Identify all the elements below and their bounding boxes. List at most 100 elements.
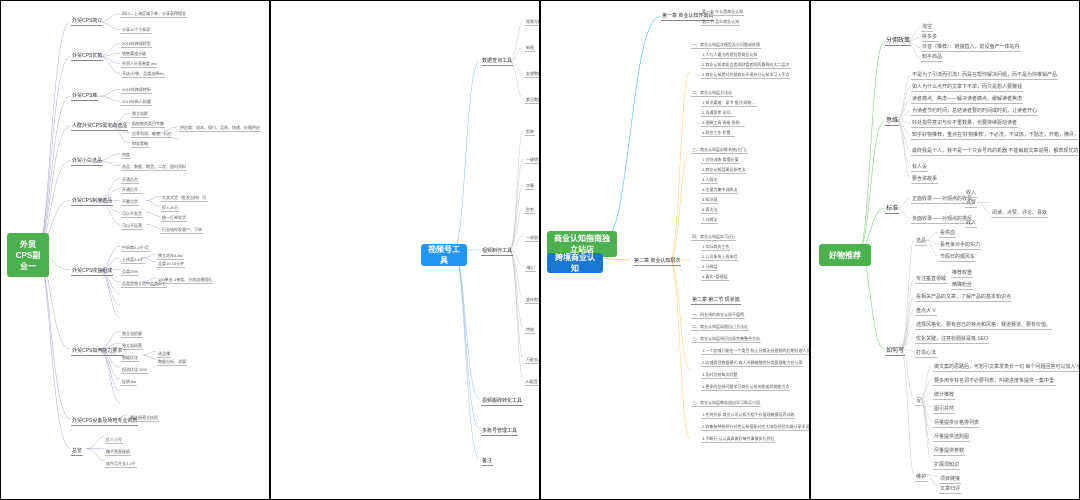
root-label: 好物推荐 xyxy=(829,250,861,261)
leaf: 要含讲故事 xyxy=(911,175,938,184)
leaf: 100单出-1单卖、分成自建团队 xyxy=(157,276,213,284)
leaf: 不需屯货 xyxy=(121,198,139,206)
branch: 思维 xyxy=(885,117,899,126)
leaf: 软件月开支2-3千 xyxy=(105,460,137,468)
branch: 总览 xyxy=(71,448,83,456)
branch: 多账号管理工具 xyxy=(481,428,518,436)
leaf: 投入20万 xyxy=(161,204,179,212)
leaf: 1.识别训练 看懂价值 xyxy=(701,156,739,164)
leaf: 三、商业认知层教务组自学习购买小班 xyxy=(691,399,761,407)
leaf: 项目链接 xyxy=(939,475,961,484)
leaf: 抖音（推荐）：链接直入，前设鱼产一体站内 xyxy=(921,43,1021,52)
leaf: 三、商业认知层知识自身完善整合方向 xyxy=(691,335,761,343)
leaf: 数据优化 xyxy=(121,354,139,362)
leaf: 开通后台 xyxy=(121,176,139,184)
leaf: 精确粉丝 xyxy=(951,281,973,290)
root-node-2: 视频号工具 xyxy=(421,244,467,266)
leaf: 统计推荐 xyxy=(933,391,955,400)
leaf: 看相关产品的文章，了解产品的基本知识点 xyxy=(915,293,1012,302)
branch: 外贸CPS制度选品 xyxy=(71,198,113,206)
leaf: 1.知识渠道：读书 报刊 网络… xyxy=(701,99,757,107)
branch: 人群外贸CPS需定向选品 xyxy=(71,123,128,131)
branch: 外贸小白选品 xyxy=(71,158,103,166)
leaf: 阅读、点赞、评论、喜欢 xyxy=(991,209,1048,218)
leaf: 紫豆数据 xyxy=(525,96,540,104)
leaf: 选品赚 xyxy=(157,350,171,358)
leaf: 2019年新人机遇 xyxy=(121,98,152,106)
leaf: 剪映 xyxy=(525,128,535,136)
leaf: 4.注意力集中训练法 xyxy=(701,186,738,194)
leaf: 一、商业认知层次模型及分问题或处理 xyxy=(691,41,761,49)
leaf: 3.商业认知是对外部商业环境充分认知学习入手点 xyxy=(701,71,790,79)
leaf: 负面收录——对观点的排斥 xyxy=(911,215,973,224)
leaf: 中间商2-5千/月 xyxy=(121,244,150,252)
leaf: 4.真实+管理层 xyxy=(701,273,729,281)
leaf: 二、商业认知层局限自己方法论 xyxy=(691,323,749,331)
leaf: 1.一个店铺只能在一个类目 防止分散无处营销的后期处理人员精力成本 xyxy=(701,347,810,355)
leaf: 2.公司体系上班体验 xyxy=(701,253,738,261)
leaf: 如人为什么点开的文章下不单，而只是想人要赚钱 xyxy=(911,83,1023,92)
leaf: 2.商业认知差距会造成财富差距的悬殊拉大二层次 xyxy=(701,61,790,69)
leaf: 好处指导意识与价不重数量，也要持续驱动读者 xyxy=(911,119,1018,128)
leaf: 四川—上海区域下单，分享获得佣金 xyxy=(121,10,187,18)
leaf: 四、商业认知层实习(行) xyxy=(691,233,736,241)
leaf: 大卖式货（批发自持）可 xyxy=(161,194,207,202)
leaf: 2019年跨境转折 xyxy=(121,86,152,94)
branch: 标准 xyxy=(885,205,899,214)
leaf: 看供血 xyxy=(939,229,956,238)
leaf: 扩展须知识 xyxy=(933,461,960,470)
leaf: 财务策略 xyxy=(131,140,149,148)
leaf: 三、商业认知层训练系统(七门) xyxy=(691,146,748,154)
branch: 视频制作工具 xyxy=(481,248,513,256)
leaf: i笔记 xyxy=(525,264,536,272)
leaf: 一键转场 xyxy=(525,156,540,164)
leaf: 文章归评 xyxy=(939,485,961,494)
leaf: 行业给你发客户、下单 xyxy=(161,226,203,234)
leaf: 节假日的顺风车 xyxy=(939,253,976,262)
leaf xyxy=(157,284,159,285)
leaf: 最终我是个人，我不是一个只会号商的机器 不能每篇文章说明，都表现优的 生活中真实… xyxy=(911,147,1080,156)
leaf: 一帧秒创 xyxy=(525,234,540,242)
branch: 如何写 xyxy=(885,347,905,356)
leaf: 促销:6w xyxy=(121,378,137,386)
sub-root-label: 跨境商业认知 xyxy=(553,252,597,274)
leaf: 独立站年6-8w xyxy=(157,252,184,260)
leaf: 正面收录——对观点的收录 xyxy=(911,195,973,204)
leaf: 维护 xyxy=(915,473,927,482)
leaf: 读者痛点、焦虑——解决读者痛点、缓解读者焦虑 xyxy=(911,95,1023,104)
leaf: 尽量提供价格排列表 xyxy=(933,419,980,428)
leaf: 打造心法 xyxy=(915,349,937,358)
leaf: 供应商：成本、保付、品质、快递、价格供应 xyxy=(179,124,261,132)
leaf: 品类10-15元件 xyxy=(157,260,185,268)
leaf: 应季利润、敏感、行价 xyxy=(131,130,173,138)
branch: 外贸CPS简介 xyxy=(71,18,103,26)
leaf: 2.收集各种各样针对性认知搭配对应大咖及经验实操分享学员 xyxy=(701,423,810,431)
branch: 视频搬砖转化工具 xyxy=(481,398,523,406)
leaf: 写 xyxy=(915,397,922,406)
leaf: 3.不断行 认认真真做好每件事情执行到位 xyxy=(701,435,775,443)
root-node-4: 好物推荐 xyxy=(819,244,871,266)
leaf: 3.及时总结每次问题 xyxy=(701,371,738,379)
leaf: 视频号搜 xyxy=(525,18,540,26)
leaf: 秒剪 xyxy=(525,206,535,214)
leaf: 数据分析、流量 xyxy=(157,358,187,366)
leaf: 独立站网营 xyxy=(121,342,143,350)
leaf: 销售渠道分级 xyxy=(121,50,147,58)
leaf: 有人设 xyxy=(911,163,928,172)
leaf: 友望数据 xyxy=(525,70,540,78)
leaf: 1.实际商务工作 xyxy=(701,243,730,251)
leaf: 1.任何外部 商业公司认知不相干价值观敏捷培养训练 xyxy=(701,411,795,419)
leaf: 4.综合工作 积累… xyxy=(701,129,735,137)
leaf: 选品 xyxy=(915,237,927,246)
leaf: 尽量提供参数 xyxy=(933,447,965,456)
leaf: 1.人与人最大的差别是商业认知 xyxy=(701,51,758,59)
leaf: 3.分辨层 xyxy=(701,263,718,271)
leaf: 船舶制造类目专集 xyxy=(131,120,165,128)
leaf: 独立站群 xyxy=(131,110,149,118)
leaf: 特效 xyxy=(525,326,535,334)
leaf: 2018年跨境转型 xyxy=(121,40,152,48)
leaf: 2.商业认知层建议参考法 xyxy=(701,166,746,174)
leaf: 赚不到直接退 xyxy=(105,448,131,456)
branch: 数据查询工具 xyxy=(481,58,513,66)
leaf: 7.分辨法 xyxy=(701,216,718,224)
